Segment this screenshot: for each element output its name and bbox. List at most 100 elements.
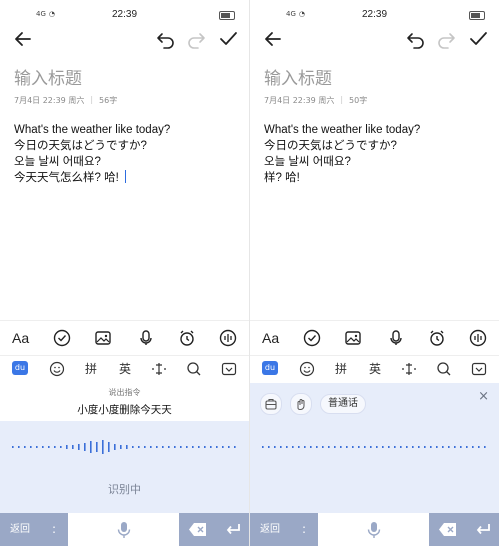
- search-icon[interactable]: [185, 359, 203, 379]
- microphone-icon: [117, 522, 131, 538]
- close-icon[interactable]: ×: [478, 389, 489, 404]
- text-format-button[interactable]: Aa: [262, 330, 282, 350]
- voice-waveform: [12, 440, 236, 454]
- pinyin-key[interactable]: 拼: [334, 359, 348, 379]
- done-check-icon[interactable]: [217, 28, 239, 50]
- voice-input-area: 普通话 ×: [250, 383, 499, 513]
- keyboard-bottom-row: 返回 :: [0, 513, 249, 546]
- text-caret: [124, 170, 127, 183]
- enter-key[interactable]: [466, 513, 499, 546]
- voice-wave-icon[interactable]: [218, 328, 238, 348]
- english-key[interactable]: 英: [118, 359, 132, 379]
- undo-icon[interactable]: [405, 28, 427, 50]
- back-arrow-icon[interactable]: [12, 28, 34, 50]
- undo-icon[interactable]: [155, 28, 177, 50]
- battery-icon: [469, 11, 485, 20]
- ime-toolbar: du 拼 英: [0, 355, 249, 383]
- screenshot-comparison: 4G ◔ 22:39 输入标题 7月4日 22:39 周六 | 56字 What'…: [0, 0, 499, 546]
- collapse-keyboard-icon[interactable]: [220, 359, 238, 379]
- status-time: 22:39: [361, 9, 388, 20]
- symbol-key[interactable]: :: [290, 513, 318, 546]
- enter-icon: [476, 524, 490, 535]
- back-key[interactable]: 返回: [250, 513, 290, 546]
- voice-command-panel: 说出指令 小度小度删除今天天: [0, 383, 249, 421]
- gesture-hand-icon[interactable]: [290, 393, 312, 415]
- format-toolbar: Aa: [250, 320, 499, 356]
- baidu-ime-logo-icon[interactable]: du: [12, 361, 28, 375]
- redo-icon[interactable]: [435, 28, 457, 50]
- backspace-icon: [189, 523, 206, 536]
- emoji-icon[interactable]: [48, 359, 66, 379]
- note-body[interactable]: What's the weather like today? 今日の天気はどうで…: [14, 122, 239, 186]
- char-count: 50字: [349, 96, 368, 105]
- symbol-key[interactable]: :: [40, 513, 68, 546]
- emoji-icon[interactable]: [298, 359, 316, 379]
- note-line: What's the weather like today?: [14, 124, 171, 136]
- note-top-bar: [250, 24, 499, 54]
- left-screen: 4G ◔ 22:39 输入标题 7月4日 22:39 周六 | 56字 What'…: [0, 0, 249, 546]
- note-date: 7月4日 22:39 周六: [14, 96, 85, 105]
- delete-key[interactable]: [179, 513, 216, 546]
- back-key[interactable]: 返回: [0, 513, 40, 546]
- voice-waveform: [262, 446, 486, 448]
- alarm-clock-icon[interactable]: [177, 328, 197, 348]
- alarm-clock-icon[interactable]: [427, 328, 447, 348]
- back-arrow-icon[interactable]: [262, 28, 284, 50]
- meta-separator: |: [340, 95, 344, 104]
- note-body[interactable]: What's the weather like today? 今日の天気はどうで…: [264, 122, 489, 186]
- search-icon[interactable]: [435, 359, 453, 379]
- checklist-icon[interactable]: [52, 328, 72, 348]
- note-line: 今日の天気はどうですか?: [264, 140, 397, 152]
- cursor-move-icon[interactable]: [400, 359, 418, 379]
- battery-icon: [219, 11, 235, 20]
- enter-key[interactable]: [216, 513, 249, 546]
- image-icon[interactable]: [93, 328, 113, 348]
- right-screen: 4G ◔ 22:39 输入标题 7月4日 22:39 周六 | 50字 What'…: [250, 0, 499, 546]
- note-line-with-caret: 今天天气怎么样? 哈!: [14, 170, 239, 186]
- microphone-icon[interactable]: [136, 328, 156, 348]
- format-toolbar: Aa: [0, 320, 249, 356]
- note-meta: 7月4日 22:39 周六 | 50字: [264, 95, 367, 106]
- backspace-icon: [439, 523, 456, 536]
- collapse-keyboard-icon[interactable]: [470, 359, 488, 379]
- redo-icon[interactable]: [185, 28, 207, 50]
- title-input[interactable]: 输入标题: [264, 64, 332, 89]
- microphone-icon: [367, 522, 381, 538]
- note-top-bar: [0, 24, 249, 54]
- keyboard-bottom-row: 返回 :: [250, 513, 499, 546]
- done-check-icon[interactable]: [467, 28, 489, 50]
- image-icon[interactable]: [343, 328, 363, 348]
- note-meta: 7月4日 22:39 周六 | 56字: [14, 95, 117, 106]
- text-format-button[interactable]: Aa: [12, 330, 32, 350]
- pinyin-key[interactable]: 拼: [84, 359, 98, 379]
- voice-key[interactable]: [318, 513, 429, 546]
- toolbox-icon[interactable]: [260, 393, 282, 415]
- note-line: 今日の天気はどうですか?: [14, 140, 147, 152]
- delete-key[interactable]: [429, 513, 466, 546]
- note-line: 今天天气怎么样? 哈!: [14, 172, 119, 184]
- language-chip[interactable]: 普通话: [320, 394, 366, 414]
- title-input[interactable]: 输入标题: [14, 64, 82, 89]
- command-hint: 说出指令: [108, 388, 141, 397]
- recognized-command: 小度小度删除今天天: [77, 404, 172, 416]
- char-count: 56字: [99, 96, 118, 105]
- note-line: 오늘 날씨 어때요?: [264, 156, 351, 168]
- meta-separator: |: [90, 95, 94, 104]
- ime-toolbar: du 拼 英: [250, 355, 499, 383]
- voice-wave-icon[interactable]: [468, 328, 488, 348]
- microphone-icon[interactable]: [386, 328, 406, 348]
- voice-input-area: 识别中: [0, 421, 249, 513]
- voice-options-row: 普通话: [260, 393, 366, 415]
- recognizing-status: 识别中: [108, 483, 141, 496]
- note-line: What's the weather like today?: [264, 124, 421, 136]
- enter-icon: [226, 524, 240, 535]
- voice-key[interactable]: [68, 513, 179, 546]
- baidu-ime-logo-icon[interactable]: du: [262, 361, 278, 375]
- note-date: 7月4日 22:39 周六: [264, 96, 335, 105]
- cursor-move-icon[interactable]: [150, 359, 168, 379]
- status-time: 22:39: [111, 9, 138, 20]
- english-key[interactable]: 英: [368, 359, 382, 379]
- note-line: 样? 哈!: [264, 172, 300, 184]
- checklist-icon[interactable]: [302, 328, 322, 348]
- note-line: 오늘 날씨 어때요?: [14, 156, 101, 168]
